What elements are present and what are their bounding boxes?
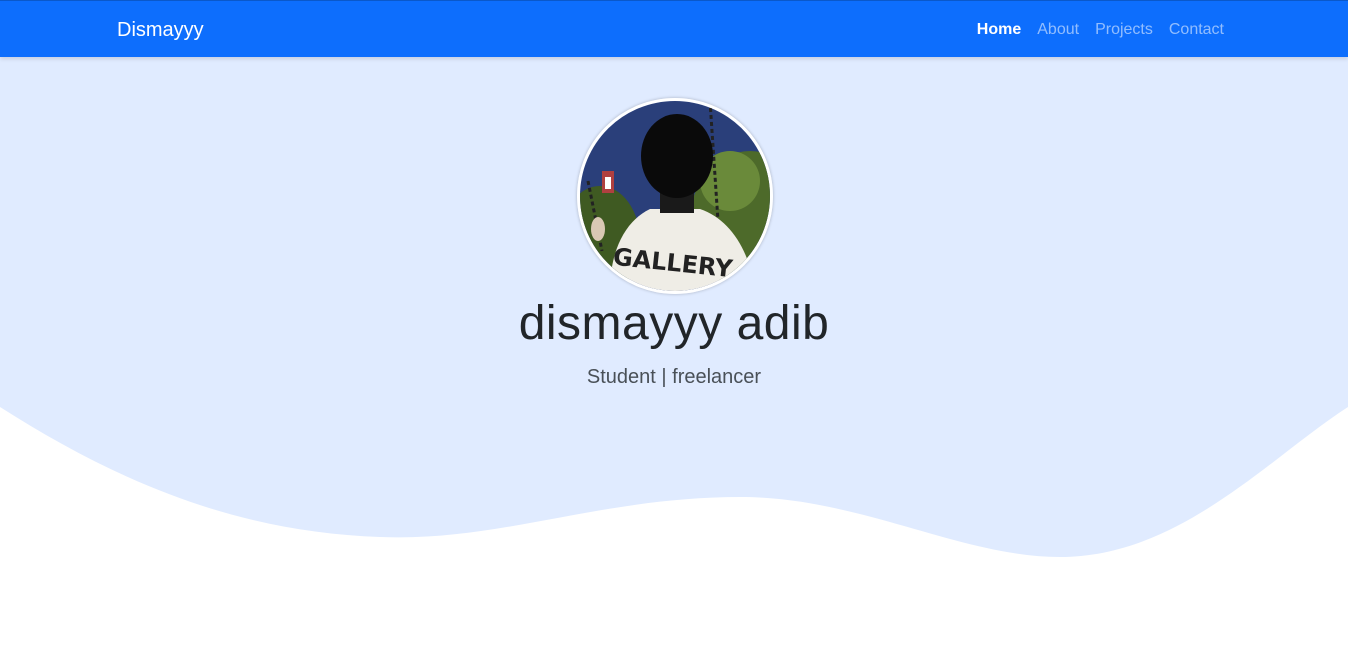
nav-links: Home About Projects Contact <box>977 20 1224 40</box>
nav-link-contact[interactable]: Contact <box>1169 21 1224 38</box>
nav-item-about: About <box>1037 20 1079 40</box>
nav-item-projects: Projects <box>1095 20 1153 40</box>
profile-avatar: GALLERY <box>577 98 773 294</box>
navbar: Dismayyy Home About Projects Contact <box>0 0 1348 57</box>
avatar-image: GALLERY <box>580 101 770 291</box>
brand-link[interactable]: Dismayyy <box>117 18 204 42</box>
nav-item-contact: Contact <box>1169 20 1224 40</box>
nav-link-about[interactable]: About <box>1037 21 1079 38</box>
nav-link-projects[interactable]: Projects <box>1095 21 1153 38</box>
nav-link-home[interactable]: Home <box>977 21 1021 38</box>
hero-name: dismayyy adib <box>518 297 830 350</box>
hero-section: GALLERY dismayyy adib Student | freelanc… <box>0 57 1348 649</box>
nav-item-home: Home <box>977 20 1021 40</box>
hero-tagline: Student | freelancer <box>586 366 762 388</box>
